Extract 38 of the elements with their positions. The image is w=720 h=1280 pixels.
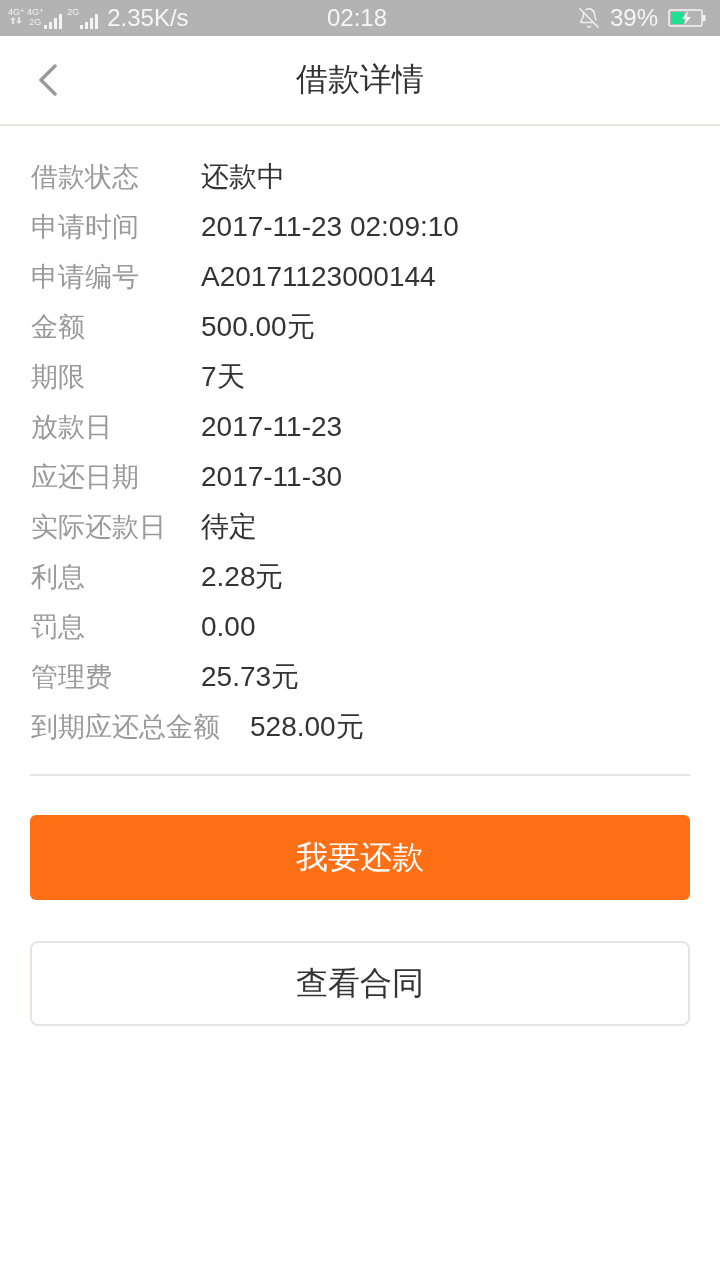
page-title: 借款详情 (296, 60, 424, 99)
detail-label: 罚息 (31, 611, 86, 644)
detail-label: 管理费 (31, 661, 113, 694)
detail-label: 到期应还总金额 (31, 711, 221, 744)
battery-percent: 39% (609, 6, 658, 30)
detail-value: 2.28元 (201, 560, 284, 594)
detail-value: 待定 (201, 510, 257, 544)
detail-value: 2017-11-30 (201, 461, 343, 493)
detail-label: 实际还款日 (31, 511, 167, 544)
detail-value: 0.00 (201, 611, 256, 643)
detail-label: 放款日 (31, 411, 113, 444)
detail-value: 528.00元 (250, 710, 364, 744)
detail-label: 借款状态 (31, 161, 140, 194)
detail-label: 金额 (31, 311, 86, 344)
network-speed: 2.35K/s (107, 6, 189, 30)
detail-value: 500.00元 (201, 310, 315, 344)
detail-value: 7天 (201, 360, 245, 394)
signal-bars-icon (44, 14, 65, 29)
network-type-label: 4G$^{+}$ (8, 7, 25, 17)
network-type-label: 4G$^{+}$ (27, 7, 44, 17)
detail-value: 2017-11-23 02:09:10 (201, 211, 459, 243)
detail-label: 申请编号 (31, 261, 140, 294)
contract-button[interactable]: 查看合同 (30, 941, 690, 1026)
detail-label: 应还日期 (31, 461, 140, 494)
clock-time: 02:18 (326, 6, 388, 30)
detail-label: 期限 (31, 361, 86, 394)
detail-value: 还款中 (201, 160, 285, 194)
detail-value: 25.73元 (201, 660, 300, 694)
network-type-label: 2G (67, 7, 80, 17)
back-chevron-icon (38, 64, 58, 96)
network-type-label: 2G (29, 17, 42, 27)
back-button[interactable] (36, 63, 60, 97)
detail-value: 2017-11-23 (201, 411, 343, 443)
detail-label: 利息 (31, 561, 86, 594)
data-arrows-icon (10, 17, 23, 24)
detail-value: A20171123000144 (201, 261, 436, 293)
detail-label: 申请时间 (31, 211, 140, 244)
signal-bars-icon (80, 14, 101, 29)
